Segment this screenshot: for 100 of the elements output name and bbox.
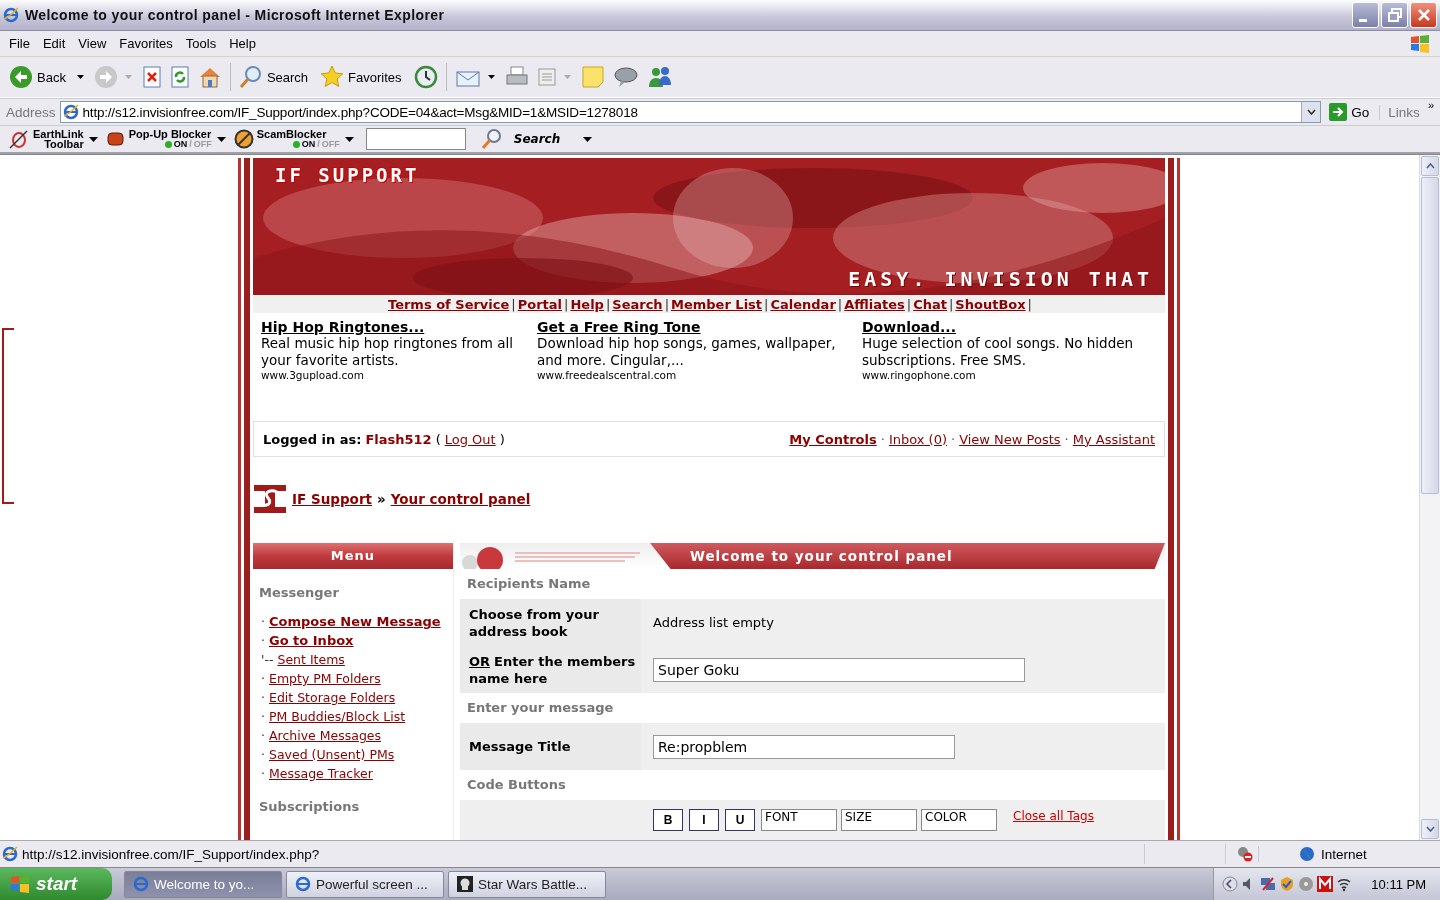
ad-text: Real music hip hop ringtones from all your favorite artists. bbox=[261, 335, 515, 369]
menu-item[interactable]: File bbox=[4, 36, 38, 51]
ad-title-link[interactable]: Get a Free Ring Tone bbox=[537, 319, 856, 335]
menu-item[interactable]: '-- Sent Items bbox=[261, 650, 345, 669]
scroll-thumb[interactable] bbox=[1421, 177, 1439, 494]
user-link[interactable]: Inbox (0) bbox=[888, 431, 947, 447]
code-button[interactable]: B bbox=[653, 809, 683, 831]
menu-item[interactable]: · Go to Inbox bbox=[261, 631, 354, 650]
blocked-mask-icon bbox=[233, 129, 254, 149]
blocker-name[interactable]: Pop-Up Blocker bbox=[128, 129, 212, 139]
network-icon[interactable] bbox=[1260, 876, 1277, 892]
windows-logo-icon bbox=[1410, 34, 1430, 53]
taskbar-button[interactable]: Powerful screen ... bbox=[286, 870, 444, 898]
menu-item[interactable]: Favorites bbox=[114, 36, 181, 51]
menu-item[interactable]: Help bbox=[224, 36, 264, 51]
speech-bubble-icon bbox=[612, 66, 639, 88]
user-link[interactable]: View New Posts bbox=[959, 431, 1061, 447]
address-label: Address bbox=[6, 104, 56, 120]
code-select[interactable]: SIZE bbox=[841, 809, 917, 831]
vertical-scrollbar[interactable] bbox=[1419, 155, 1440, 840]
taskbar-button[interactable]: Star Wars Battle... bbox=[448, 870, 606, 898]
menu-item[interactable]: · Empty PM Folders bbox=[261, 669, 381, 688]
minimize-button[interactable] bbox=[1352, 2, 1379, 28]
breadcrumb-link[interactable]: IF Support bbox=[292, 491, 372, 507]
nav-link[interactable]: Chat bbox=[911, 296, 949, 312]
nav-link[interactable]: ShoutBox bbox=[953, 296, 1028, 312]
menu-item[interactable]: · Message Tracker bbox=[261, 764, 373, 783]
code-select[interactable]: FONT bbox=[761, 809, 837, 831]
m-logo-icon[interactable] bbox=[1317, 876, 1334, 892]
dropdown-caret-icon[interactable] bbox=[344, 136, 354, 142]
close-tags-link[interactable]: Close all Tags bbox=[1013, 809, 1094, 823]
ad-title-link[interactable]: Download... bbox=[862, 319, 1151, 335]
on-label[interactable]: ON bbox=[173, 139, 188, 149]
search-button[interactable]: Search bbox=[513, 132, 561, 146]
menu-item[interactable]: · Compose New Message bbox=[261, 612, 441, 631]
menu-item[interactable]: Tools bbox=[180, 36, 225, 51]
dropdown-caret-icon[interactable] bbox=[487, 75, 495, 79]
note-icon bbox=[580, 65, 605, 89]
dropdown-caret-icon[interactable] bbox=[216, 136, 226, 142]
search-icon[interactable] bbox=[480, 128, 503, 150]
ad-title-link[interactable]: Hip Hop Ringtones... bbox=[261, 319, 531, 335]
nav-link[interactable]: Calendar bbox=[768, 296, 838, 312]
scroll-up-button[interactable] bbox=[1421, 156, 1439, 176]
code-select[interactable]: COLOR bbox=[921, 809, 997, 831]
code-button[interactable]: U bbox=[725, 809, 755, 831]
helmet-icon bbox=[457, 876, 473, 892]
dropdown-caret-icon[interactable] bbox=[1301, 102, 1321, 122]
go-button[interactable]: Go bbox=[1325, 103, 1376, 121]
nav-link[interactable]: Portal bbox=[515, 296, 565, 312]
star-icon bbox=[320, 65, 345, 89]
links-button[interactable]: Links bbox=[1379, 104, 1424, 120]
text-input[interactable]: Super Goku bbox=[653, 657, 1025, 682]
earthlink-brand[interactable]: EarthLink Toolbar bbox=[33, 129, 84, 149]
toolbar-button[interactable]: Search bbox=[235, 63, 316, 91]
banner-title: IF SUPPORT bbox=[275, 164, 420, 186]
breadcrumb-link[interactable]: Your control panel bbox=[390, 491, 531, 507]
on-label[interactable]: ON bbox=[301, 139, 316, 149]
menu-item[interactable]: · PM Buddies/Block List bbox=[261, 707, 406, 726]
minimize-icon bbox=[1358, 18, 1367, 22]
scroll-down-button[interactable] bbox=[1421, 819, 1439, 839]
search-input[interactable] bbox=[365, 128, 466, 150]
nav-link[interactable]: Help bbox=[568, 296, 606, 312]
code-button[interactable]: I bbox=[689, 809, 719, 831]
ad-text: Huge selection of cool songs. No hidden subscriptions. Free SMS. bbox=[862, 335, 1135, 369]
user-link[interactable]: My Controls bbox=[789, 431, 877, 447]
status-dot-icon bbox=[164, 140, 172, 148]
toolbar-button[interactable]: Back bbox=[6, 63, 73, 91]
text-input[interactable]: Re:propblem bbox=[653, 734, 955, 759]
more-chevron[interactable]: » bbox=[1427, 99, 1434, 111]
restore-button[interactable] bbox=[1381, 2, 1408, 28]
refresh-icon bbox=[169, 66, 190, 88]
log-out-link[interactable]: Log Out bbox=[444, 431, 496, 447]
menu-item[interactable]: · Saved (Unsent) PMs bbox=[261, 745, 395, 764]
dropdown-caret-icon[interactable] bbox=[76, 75, 84, 79]
menu-item[interactable]: Edit bbox=[37, 36, 74, 51]
menu-item[interactable]: · Archive Messages bbox=[261, 726, 382, 745]
zone-label: Internet bbox=[1321, 846, 1367, 862]
nav-link[interactable]: Search bbox=[610, 296, 665, 312]
wireless-icon[interactable] bbox=[1336, 876, 1353, 892]
menu-item[interactable]: · Edit Storage Folders bbox=[261, 688, 396, 707]
status-text: http://s12.invisionfree.com/IF_Support/index.php? bbox=[22, 846, 320, 862]
paren: ) bbox=[499, 431, 505, 447]
menu-item[interactable]: View bbox=[73, 36, 115, 51]
dropdown-caret-icon[interactable] bbox=[88, 136, 98, 142]
toolbar-button[interactable]: Favorites bbox=[317, 63, 409, 91]
logged-in-label: Logged in as: bbox=[263, 431, 362, 447]
shield-icon[interactable] bbox=[1279, 876, 1296, 892]
nav-link[interactable]: Member List bbox=[669, 296, 765, 312]
address-field[interactable]: http://s12.invisionfree.com/IF_Support/index.php?CODE=04&act=Msg&MID=1&MSID=1278018 bbox=[59, 101, 1322, 123]
globe-icon bbox=[1299, 846, 1315, 862]
page-e-icon bbox=[2, 846, 18, 862]
chevron-icon[interactable] bbox=[1222, 876, 1239, 892]
nav-link[interactable]: Terms of Service bbox=[386, 296, 512, 312]
blocker-name[interactable]: ScamBlocker bbox=[256, 129, 340, 139]
dropdown-caret-icon[interactable] bbox=[583, 136, 593, 142]
user-link[interactable]: My Assistant bbox=[1072, 431, 1155, 447]
field-label: Choose from your address book bbox=[469, 605, 600, 640]
close-button[interactable] bbox=[1410, 2, 1437, 28]
nav-link[interactable]: Affliates bbox=[842, 296, 907, 312]
separator: | bbox=[564, 296, 569, 312]
